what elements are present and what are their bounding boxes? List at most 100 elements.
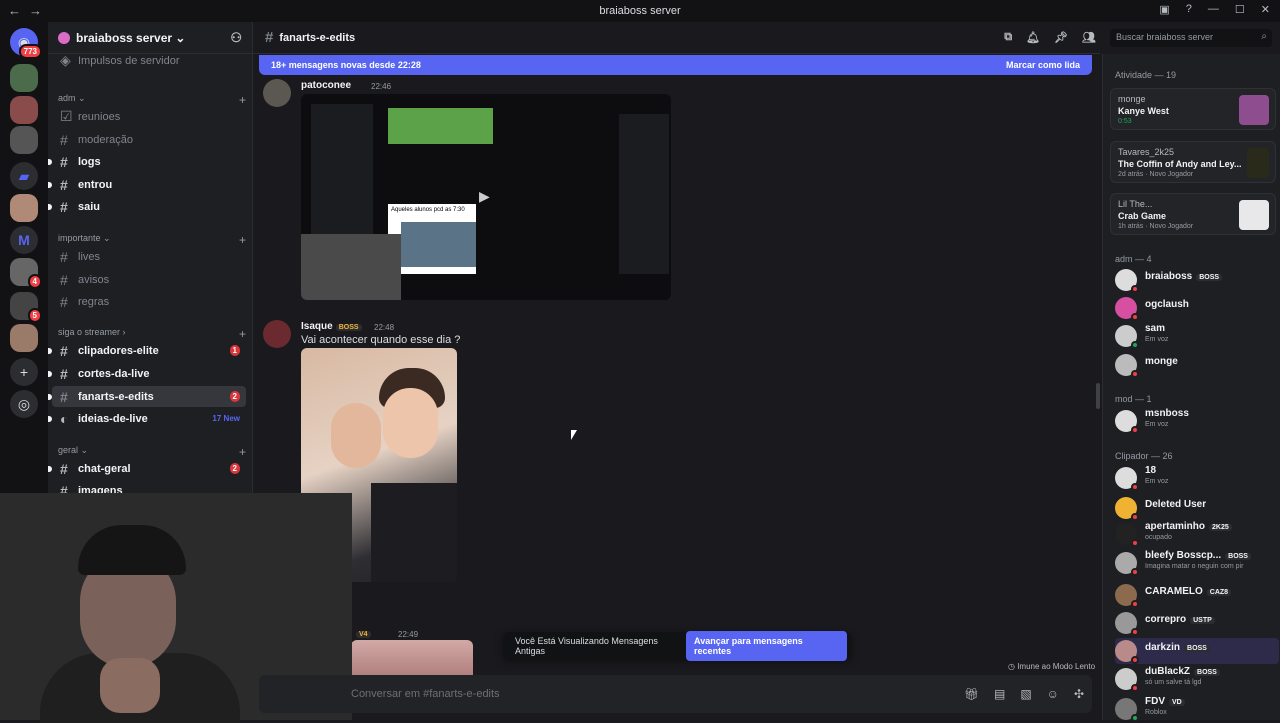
channel-moderacao[interactable]: # moderação [52,129,246,150]
invite-icon[interactable]: ⚇ [230,30,242,46]
members-icon[interactable]: 👥︎ [1082,31,1096,44]
member-item[interactable]: bleefy Bosscp... BOSS Imagina matar o negu… [1115,550,1279,576]
add-channel-icon[interactable]: + [239,445,246,459]
hash-icon: # [60,365,68,382]
member-item[interactable]: duBlackZ BOSS só um salve tá lgd [1115,666,1279,692]
avatar[interactable] [263,79,291,107]
gift-icon[interactable]: 🎁︎ [964,687,979,701]
server-icon[interactable] [10,194,38,222]
member-item[interactable]: braiaboss BOSS [1115,267,1279,293]
add-server-icon[interactable]: + [10,358,38,386]
message-timestamp: 22:46 [371,82,392,91]
threads-icon[interactable]: ⧉ [1004,31,1012,44]
category-siga-o-streamer[interactable]: siga o streamer › + [58,327,246,341]
channel-regras[interactable]: # regras [52,291,246,312]
category-geral[interactable]: geral ⌄ + [58,445,246,459]
checkbox-icon: ☑ [60,108,73,124]
member-item[interactable]: correpro USTP [1115,610,1279,636]
image-attachment[interactable] [351,640,473,676]
server-boost-item[interactable]: ◈ Impulsos de servidor [52,50,246,71]
channel-avisos[interactable]: # avisos [52,269,246,290]
channel-reunioes[interactable]: ☑ reunioes [52,106,246,127]
activity-header: Atividade — 19 [1115,70,1177,80]
channel-ideias-de-live[interactable]: ◐ ideias-de-live 17 New [48,408,246,429]
activity-card[interactable]: Lil The... Crab Game 1h atrás · Novo Jog… [1110,193,1276,235]
server-icon[interactable]: 5 [10,292,42,323]
message-author[interactable]: patoconee [301,80,351,91]
add-channel-icon[interactable]: + [239,233,246,247]
minimize-icon[interactable]: — [1208,3,1219,16]
search-input[interactable]: Buscar braiaboss server ⌕ [1110,29,1272,47]
role-tag: BOSS [335,324,362,331]
server-icon[interactable]: M [10,226,38,254]
member-item[interactable]: darkzin BOSS [1115,638,1279,664]
old-messages-bar: Você Está Visualizando Mensagens Antigas… [503,630,851,661]
mouse-cursor [571,430,577,440]
window-title: braiaboss server [599,5,681,17]
channel-saiu[interactable]: # saiu [48,196,246,217]
home-icon[interactable]: ◉ 773 [10,28,42,59]
channel-clipadores-elite[interactable]: # clipadores-elite 1 [48,340,246,361]
emoji-icon[interactable]: ☺ [1047,687,1059,701]
member-item[interactable]: 18 Em voz [1115,465,1279,491]
message-author[interactable]: V4 [353,628,371,639]
category-adm[interactable]: adm ⌄ + [58,93,246,107]
inbox-icon[interactable]: ▣ [1159,3,1169,16]
game-icon [1247,148,1269,178]
member-item[interactable]: monge [1115,352,1279,378]
message-composer[interactable]: Conversar em #fanarts-e-edits 🎁︎ ▤ ▧ ☺ ✣ [259,675,1092,713]
member-item[interactable]: msnboss Em voz [1115,408,1279,434]
message-input[interactable]: Conversar em #fanarts-e-edits [351,688,500,700]
server-icon[interactable] [10,126,38,154]
hash-icon: # [60,198,68,215]
message-text: Vai acontecer quando esse dia ? [301,334,461,346]
video-embed[interactable]: Aqueles alunos pcd as 7:30 ▶ [301,94,671,300]
message-timestamp: 22:49 [398,630,419,639]
message-author[interactable]: Isaque BOSS [301,321,362,332]
server-icon[interactable] [10,324,38,352]
window-controls[interactable]: ▣ ? — ☐ ✕ [1159,3,1270,16]
channel-entrou[interactable]: # entrou [48,174,246,195]
notification-badge: 773 [18,44,42,59]
hash-icon: # [60,131,68,148]
channel-chat-geral[interactable]: # chat-geral 2 [48,458,246,479]
embed-caption: Aqueles alunos pcd as 7:30 [391,207,465,213]
activity-card[interactable]: Tavares_2k25 The Coffin of Andy and Ley.… [1110,141,1276,183]
member-item[interactable]: FDV VD Roblox [1115,696,1279,722]
add-channel-icon[interactable]: + [239,327,246,341]
help-icon[interactable]: ? [1186,3,1192,16]
maximize-icon[interactable]: ☐ [1235,3,1245,16]
channel-cortes-da-live[interactable]: # cortes-da-live [48,363,246,384]
member-item[interactable]: Deleted User [1115,495,1279,521]
hash-icon: # [60,271,68,288]
member-item[interactable]: sam Em voz [1115,323,1279,349]
member-item[interactable]: CARAMELO CAZ8 [1115,582,1279,608]
server-icon[interactable] [10,96,38,124]
add-channel-icon[interactable]: + [239,93,246,107]
new-messages-bar[interactable]: 18+ mensagens novas desde 22:28 Marcar c… [259,55,1092,75]
avatar[interactable] [263,320,291,348]
sticker-icon[interactable]: ▧ [1020,687,1031,701]
folder-icon[interactable]: ▰ [10,162,38,190]
category-importante[interactable]: importante ⌄ + [58,233,246,247]
role-tag: V4 [356,631,371,638]
jump-to-present-button[interactable]: Avançar para mensagens recentes [686,630,847,661]
apps-icon[interactable]: ✣ [1074,687,1084,701]
member-item[interactable]: apertaminho 2K25 ocupado [1115,521,1279,547]
gif-icon[interactable]: ▤ [994,687,1005,701]
close-icon[interactable]: ✕ [1261,3,1270,16]
channel-fanarts-e-edits[interactable]: # fanarts-e-edits 2 [48,386,246,407]
discover-icon[interactable]: ◎ [10,390,38,418]
bell-icon[interactable]: 🔔︎ [1026,31,1040,44]
activity-card[interactable]: monge Kanye West 0:53 [1110,88,1276,130]
server-icon[interactable] [10,64,38,92]
mark-as-read-button[interactable]: Marcar como lida [1006,60,1080,70]
hash-icon: # [60,293,68,310]
pin-icon[interactable]: 📌︎ [1054,31,1068,44]
scrollbar[interactable] [1096,383,1100,409]
channel-logs[interactable]: # logs [48,151,246,172]
server-icon[interactable]: 4 [10,258,42,289]
member-item[interactable]: ogclaush [1115,295,1279,321]
play-icon[interactable]: ▶ [479,188,490,205]
channel-lives[interactable]: # lives [52,246,246,267]
